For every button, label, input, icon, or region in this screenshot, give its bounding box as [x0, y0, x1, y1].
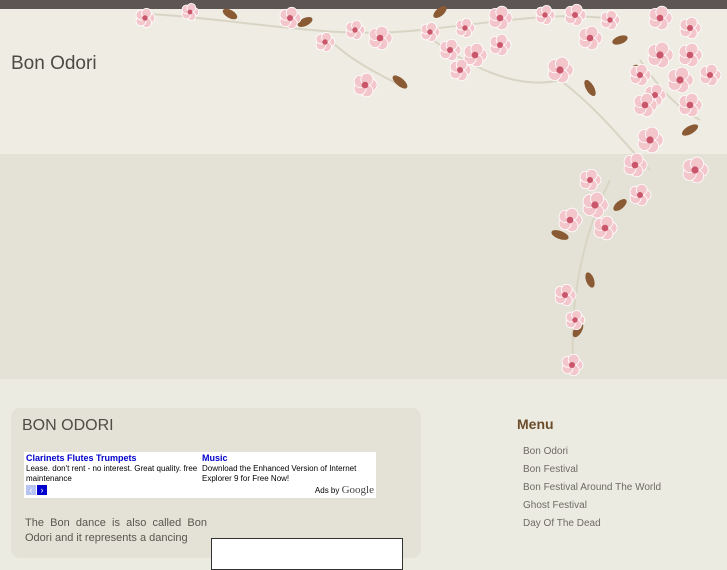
blossom-flower	[600, 9, 621, 31]
blossom-flower	[582, 191, 609, 219]
sidebar: Menu Bon Odori Bon Festival Bon Festival…	[517, 416, 717, 536]
menu-title: Menu	[517, 416, 554, 432]
blossom-flower	[558, 207, 583, 233]
blossom-flower	[699, 63, 722, 87]
menu-item-day-of-the-dead[interactable]: Day Of The Dead	[523, 518, 717, 536]
ad-prev-icon[interactable]: ‹	[26, 485, 36, 495]
menu-item-bon-festival[interactable]: Bon Festival	[523, 464, 717, 482]
blossom-flower	[420, 21, 441, 43]
blossom-flower	[315, 31, 336, 53]
blossom-flower	[629, 63, 652, 87]
blossom-flower	[547, 56, 574, 84]
ad-block: Clarinets Flutes Trumpets Lease. don't r…	[24, 452, 376, 498]
menu-list: Bon Odori Bon Festival Bon Festival Arou…	[523, 446, 717, 536]
ad-item: Clarinets Flutes Trumpets Lease. don't r…	[26, 452, 198, 484]
blossom-flower	[489, 33, 512, 57]
blossom-flower	[593, 215, 618, 241]
menu-item-ghost-festival[interactable]: Ghost Festival	[523, 500, 717, 518]
menu-item-bon-festival-around-the-world[interactable]: Bon Festival Around The World	[523, 482, 717, 500]
blossom-flower	[345, 19, 366, 41]
blossom-flower	[578, 25, 603, 51]
ad-title-link[interactable]: Music	[202, 453, 374, 463]
blossom-flower	[463, 42, 488, 68]
google-logo: Google	[341, 484, 374, 496]
blossom-flower	[647, 41, 674, 69]
cherry-blossom-illustration	[135, 3, 722, 377]
blossom-flower	[455, 17, 476, 39]
embedded-media-box[interactable]	[211, 538, 403, 570]
blossom-flower	[488, 5, 513, 31]
ads-by-label: Ads by	[314, 486, 340, 495]
ad-navigation: ‹ ›	[26, 485, 47, 495]
blossom-flower	[579, 168, 602, 192]
ad-title-link[interactable]: Clarinets Flutes Trumpets	[26, 453, 198, 463]
ad-item: Music Download the Enhanced Version of I…	[202, 452, 374, 484]
content-title: BON ODORI	[22, 417, 114, 434]
menu-item-bon-odori[interactable]: Bon Odori	[523, 446, 717, 464]
ad-next-icon[interactable]: ›	[37, 485, 47, 495]
blossom-flower	[637, 126, 664, 154]
ad-text: Download the Enhanced Version of Interne…	[202, 464, 357, 483]
ads-by-google[interactable]: Ads by Google	[315, 484, 374, 496]
blossom-flower	[629, 183, 652, 207]
ad-text: Lease. don't rent - no interest. Great q…	[26, 464, 198, 483]
blossom-flower	[535, 4, 556, 26]
blossom-flower	[679, 16, 702, 40]
blossom-flower	[682, 156, 709, 184]
blossom-flower	[368, 25, 393, 51]
blossom-flower	[678, 42, 703, 68]
blossom-flower	[678, 92, 703, 118]
blossom-flower	[623, 152, 648, 178]
blossom-flower	[135, 7, 156, 29]
blossom-flower	[561, 353, 584, 377]
blossom-flower	[648, 5, 673, 31]
body-text: The Bon dance is also called Bon Odori a…	[25, 517, 207, 544]
blossom-flower	[667, 66, 694, 94]
main-content-panel: BON ODORI Clarinets Flutes Trumpets Leas…	[11, 408, 421, 570]
blossom-flower	[554, 283, 577, 307]
blossom-flower	[353, 72, 378, 98]
blossom-flower	[564, 3, 587, 27]
